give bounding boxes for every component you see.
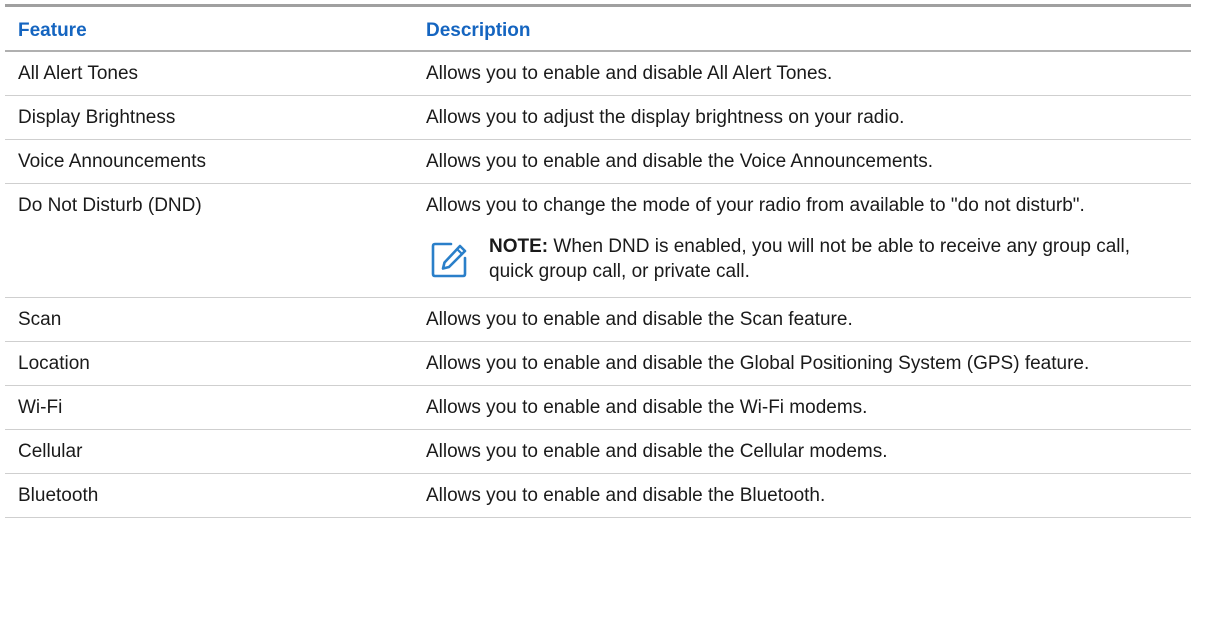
feature-table: Feature Description All Alert Tones Allo… — [5, 4, 1191, 518]
feature-cell: Cellular — [5, 429, 413, 474]
note-text: NOTE: When DND is enabled, you will not … — [489, 234, 1179, 284]
feature-cell: Voice Announcements — [5, 139, 413, 184]
description-cell: Allows you to enable and disable the Wi-… — [413, 385, 1191, 430]
table-row: Do Not Disturb (DND) Allows you to chang… — [5, 183, 1191, 298]
pencil-note-icon — [429, 240, 469, 280]
table-row: Bluetooth Allows you to enable and disab… — [5, 473, 1191, 518]
table-header-row: Feature Description — [5, 5, 1191, 51]
description-cell: Allows you to enable and disable the Glo… — [413, 341, 1191, 386]
note-body: When DND is enabled, you will not be abl… — [489, 236, 1131, 282]
description-cell: Allows you to change the mode of your ra… — [413, 183, 1191, 298]
feature-cell: Wi-Fi — [5, 385, 413, 430]
column-header-feature: Feature — [18, 20, 87, 41]
description-cell: Allows you to enable and disable the Voi… — [413, 139, 1191, 184]
table-row: Scan Allows you to enable and disable th… — [5, 297, 1191, 342]
feature-cell: Location — [5, 341, 413, 386]
note-callout: NOTE: When DND is enabled, you will not … — [426, 234, 1179, 284]
note-label: NOTE: — [489, 236, 549, 257]
description-cell: Allows you to enable and disable the Cel… — [413, 429, 1191, 474]
table-row: Voice Announcements Allows you to enable… — [5, 139, 1191, 184]
table-row: All Alert Tones Allows you to enable and… — [5, 51, 1191, 96]
description-cell: Allows you to adjust the display brightn… — [413, 95, 1191, 140]
table-row: Wi-Fi Allows you to enable and disable t… — [5, 385, 1191, 430]
table-row: Location Allows you to enable and disabl… — [5, 341, 1191, 386]
feature-table-container: Feature Description All Alert Tones Allo… — [5, 4, 1191, 518]
column-header-description: Description — [426, 20, 531, 41]
table-row: Display Brightness Allows you to adjust … — [5, 95, 1191, 140]
description-text: Allows you to change the mode of your ra… — [426, 195, 1085, 216]
table-row: Cellular Allows you to enable and disabl… — [5, 429, 1191, 474]
description-cell: Allows you to enable and disable All Ale… — [413, 51, 1191, 96]
feature-cell: Bluetooth — [5, 473, 413, 518]
feature-cell: Display Brightness — [5, 95, 413, 140]
description-cell: Allows you to enable and disable the Sca… — [413, 297, 1191, 342]
feature-cell: Scan — [5, 297, 413, 342]
feature-cell: Do Not Disturb (DND) — [5, 183, 413, 298]
description-cell: Allows you to enable and disable the Blu… — [413, 473, 1191, 518]
feature-cell: All Alert Tones — [5, 51, 413, 96]
